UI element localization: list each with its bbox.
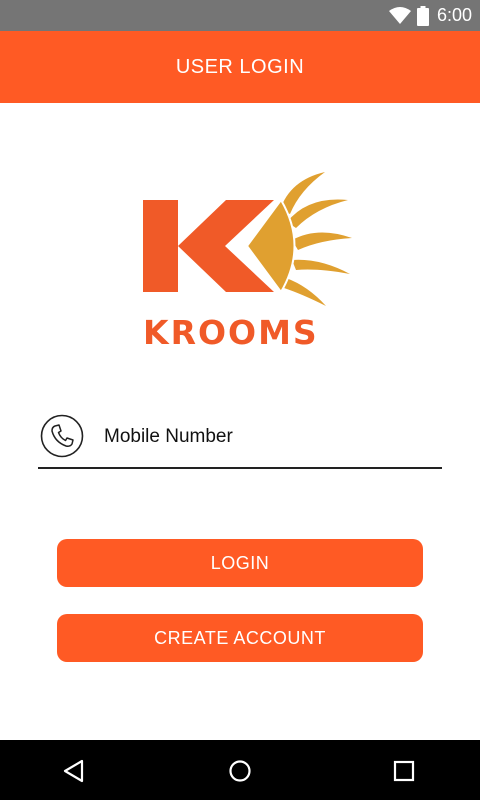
status-bar: 6:00 xyxy=(0,0,480,31)
status-icons: 6:00 xyxy=(388,0,472,31)
phone-icon xyxy=(40,414,84,458)
page-title: USER LOGIN xyxy=(175,55,305,78)
navigation-bar xyxy=(0,740,480,800)
mobile-number-input[interactable] xyxy=(104,420,434,454)
home-icon[interactable] xyxy=(226,757,254,785)
back-icon[interactable] xyxy=(60,757,88,785)
wifi-icon xyxy=(388,6,411,24)
brand-name: KROOMS xyxy=(143,313,319,352)
login-button[interactable]: LOGIN xyxy=(57,539,423,587)
input-underline xyxy=(38,467,442,469)
krooms-logo-mark xyxy=(143,172,352,306)
app-bar: USER LOGIN xyxy=(0,31,480,103)
status-time: 6:00 xyxy=(436,5,472,25)
battery-icon xyxy=(416,5,429,26)
create-account-button[interactable]: CREATE ACCOUNT xyxy=(57,614,423,662)
recents-icon[interactable] xyxy=(390,757,418,785)
krooms-logo: KROOMS xyxy=(140,170,360,352)
